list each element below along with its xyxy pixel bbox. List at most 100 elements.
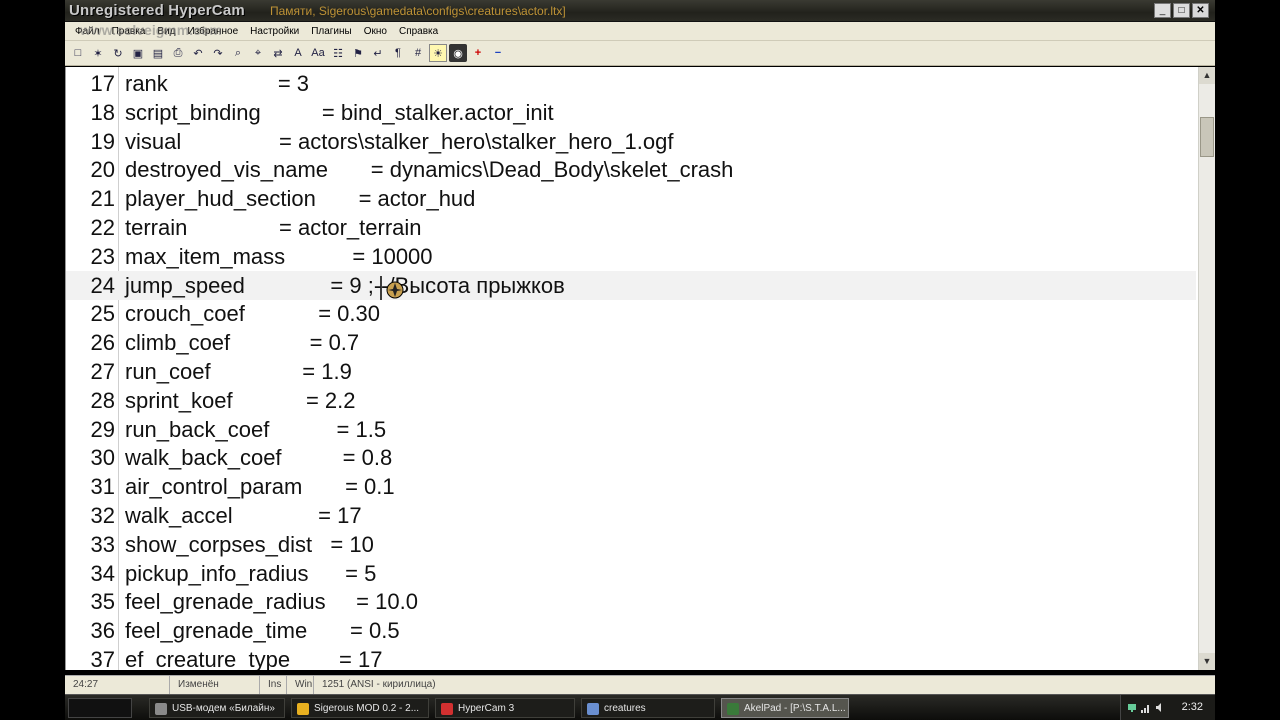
editor-line[interactable]: 37 ef_creature_type = 17 <box>66 645 1196 670</box>
menu-item[interactable]: Правка <box>106 26 152 37</box>
print-icon[interactable]: ⎙ <box>169 44 187 62</box>
editor-line[interactable]: 36 feel_grenade_time = 0.5 <box>66 616 1196 645</box>
recording-icon[interactable]: ◉ <box>449 44 467 62</box>
line-text[interactable]: walk_back_coef = 0.8 <box>125 443 392 472</box>
zoom-out-icon[interactable]: − <box>489 44 507 62</box>
zoom-in-icon[interactable]: + <box>469 44 487 62</box>
clock[interactable]: 2:32 <box>1182 701 1203 713</box>
encoding: 1251 (ANSI - кириллица) <box>322 679 436 690</box>
scroll-up-icon[interactable]: ▲ <box>1199 67 1215 84</box>
scroll-down-icon[interactable]: ▼ <box>1199 653 1215 670</box>
wordwrap-icon[interactable]: ↵ <box>369 44 387 62</box>
editor-line[interactable]: 19 visual = actors\stalker_hero\stalker_h… <box>66 127 1196 156</box>
editor-line[interactable]: 35 feel_grenade_radius = 10.0 <box>66 587 1196 616</box>
open-icon[interactable]: ✶ <box>89 44 107 62</box>
line-text[interactable]: player_hud_section = actor_hud <box>125 184 475 213</box>
line-text[interactable]: ef_creature_type = 17 <box>125 645 382 670</box>
editor-line[interactable]: 31 air_control_param = 0.1 <box>66 472 1196 501</box>
taskbar-button[interactable]: creatures <box>581 698 715 718</box>
line-text[interactable]: script_binding = bind_stalker.actor_init <box>125 98 554 127</box>
show-spaces-icon[interactable]: ¶ <box>389 44 407 62</box>
editor-line[interactable]: 17 rank = 3 <box>66 69 1196 98</box>
line-text[interactable]: jump_speed = 9 ;--/Высота прыжков <box>125 271 565 300</box>
line-text[interactable]: climb_coef = 0.7 <box>125 328 359 357</box>
scrollbar-thumb[interactable] <box>1200 117 1214 157</box>
taskbar-button[interactable]: USB-модем «Билайн» <box>149 698 285 718</box>
toolbar: □ ✶ ↻ ▣ ▤ ⎙ ↶ ↷ ⌕ ⌖ ⇄ A Aa ☷ ⚑ ↵ ¶ # ☀ ◉ + − <box>65 41 1215 66</box>
busy-cursor-icon <box>380 276 404 300</box>
hex-icon[interactable]: # <box>409 44 427 62</box>
text-editor[interactable]: 17 rank = 3 18 script_binding = bind_stalke… <box>65 67 1215 670</box>
network-icon[interactable] <box>1127 702 1137 713</box>
line-text[interactable]: visual = actors\stalker_hero\stalker_her… <box>125 127 673 156</box>
editor-line[interactable]: 20 destroyed_vis_name = dynamics\Dead_Bod… <box>66 155 1196 184</box>
line-text[interactable]: walk_accel = 17 <box>125 501 362 530</box>
editor-line[interactable]: 24 jump_speed = 9 ;--/Высота прыжков <box>66 270 1196 300</box>
editor-line[interactable]: 33 show_corpses_dist = 10 <box>66 530 1196 559</box>
font-icon[interactable]: A <box>289 44 307 62</box>
signal-icon[interactable] <box>1141 702 1151 713</box>
find-next-icon[interactable]: ⌖ <box>249 44 267 62</box>
line-text[interactable]: run_back_coef = 1.5 <box>125 415 386 444</box>
line-text[interactable]: pickup_info_radius = 5 <box>125 559 376 588</box>
undo-icon[interactable]: ↶ <box>189 44 207 62</box>
reopen-icon[interactable]: ↻ <box>109 44 127 62</box>
line-text[interactable]: run_coef = 1.9 <box>125 357 352 386</box>
line-text[interactable]: destroyed_vis_name = dynamics\Dead_Body\… <box>125 155 733 184</box>
editor-line[interactable]: 23 max_item_mass = 10000 <box>66 242 1196 271</box>
lightbulb-icon[interactable]: ☀ <box>429 44 447 62</box>
line-text[interactable]: rank = 3 <box>125 69 309 98</box>
line-text[interactable]: sprint_koef = 2.2 <box>125 386 356 415</box>
editor-line[interactable]: 21 player_hud_section = actor_hud <box>66 184 1196 213</box>
menu-item[interactable]: Вид <box>151 26 181 37</box>
editor-line[interactable]: 32 walk_accel = 17 <box>66 501 1196 530</box>
line-text[interactable]: max_item_mass = 10000 <box>125 242 433 271</box>
taskbar-button[interactable]: AkelPad - [P:\S.T.A.L... <box>721 698 849 718</box>
line-text[interactable]: feel_grenade_radius = 10.0 <box>125 587 418 616</box>
find-icon[interactable]: ⌕ <box>229 44 247 62</box>
taskbar-button[interactable]: Sigerous MOD 0.2 - 2... <box>291 698 429 718</box>
line-number: 26 <box>90 330 115 356</box>
case-icon[interactable]: Aa <box>309 44 327 62</box>
taskbar-button[interactable]: HyperCam 3 <box>435 698 575 718</box>
line-number: 28 <box>90 387 115 413</box>
editor-line[interactable]: 28 sprint_koef = 2.2 <box>66 386 1196 415</box>
menu-item[interactable]: Избранное <box>181 26 244 37</box>
line-text[interactable]: show_corpses_dist = 10 <box>125 530 374 559</box>
editor-line[interactable]: 26 climb_coef = 0.7 <box>66 328 1196 357</box>
line-text[interactable]: air_control_param = 0.1 <box>125 472 395 501</box>
vertical-scrollbar[interactable]: ▲ ▼ <box>1198 67 1215 670</box>
editor-line[interactable]: 27 run_coef = 1.9 <box>66 357 1196 386</box>
menu-item[interactable]: Окно <box>358 26 393 37</box>
editor-line[interactable]: 22 terrain = actor_terrain <box>66 213 1196 242</box>
editor-line[interactable]: 18 script_binding = bind_stalker.actor_in… <box>66 98 1196 127</box>
menu-item[interactable]: Справка <box>393 26 444 37</box>
editor-line[interactable]: 34 pickup_info_radius = 5 <box>66 559 1196 588</box>
maximize-button[interactable]: □ <box>1173 3 1190 18</box>
editor-line[interactable]: 25 crouch_coef = 0.30 <box>66 299 1196 328</box>
save-icon[interactable]: ▣ <box>129 44 147 62</box>
line-number: 18 <box>90 99 115 125</box>
start-button[interactable] <box>68 698 132 718</box>
akelpad-icon <box>727 703 739 715</box>
menu-item[interactable]: Настройки <box>244 26 305 37</box>
line-number: 30 <box>90 445 115 471</box>
close-button[interactable]: ✕ <box>1192 3 1209 18</box>
new-file-icon[interactable]: □ <box>69 44 87 62</box>
window-controls: _ □ ✕ <box>1154 3 1209 18</box>
line-text[interactable]: feel_grenade_time = 0.5 <box>125 616 400 645</box>
editor-line[interactable]: 29 run_back_coef = 1.5 <box>66 415 1196 444</box>
replace-icon[interactable]: ⇄ <box>269 44 287 62</box>
codepage-icon[interactable]: ☷ <box>329 44 347 62</box>
menu-item[interactable]: Файл <box>69 26 106 37</box>
line-text[interactable]: terrain = actor_terrain <box>125 213 422 242</box>
usb-modem-icon <box>155 703 167 715</box>
volume-icon[interactable] <box>1155 702 1165 713</box>
line-text[interactable]: crouch_coef = 0.30 <box>125 299 380 328</box>
redo-icon[interactable]: ↷ <box>209 44 227 62</box>
menu-item[interactable]: Плагины <box>305 26 358 37</box>
save-all-icon[interactable]: ▤ <box>149 44 167 62</box>
minimize-button[interactable]: _ <box>1154 3 1171 18</box>
flag-icon[interactable]: ⚑ <box>349 44 367 62</box>
editor-line[interactable]: 30 walk_back_coef = 0.8 <box>66 443 1196 472</box>
